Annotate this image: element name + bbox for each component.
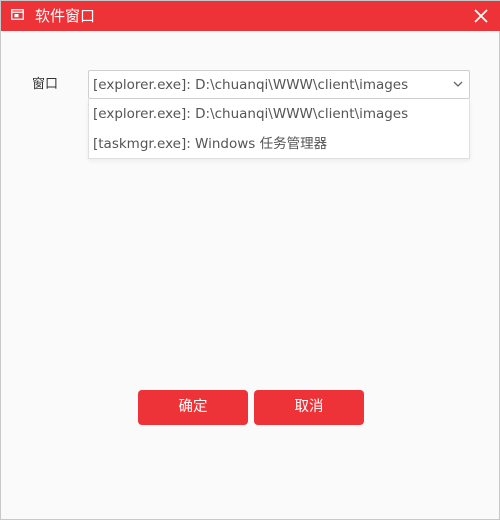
window-select-value: [explorer.exe]: D:\chuanqi\WWW\client\im… [93, 77, 409, 93]
dropdown-option-label: [explorer.exe]: D:\chuanqi\WWW\client\im… [93, 106, 409, 122]
title-bar: 软件窗口 [1, 1, 500, 31]
window-field-label: 窗口 [32, 77, 59, 92]
dialog-title: 软件窗口 [35, 7, 96, 25]
window-icon [11, 9, 24, 20]
dropdown-option-explorer[interactable]: [explorer.exe]: D:\chuanqi\WWW\client\im… [89, 99, 469, 129]
window-select[interactable]: [explorer.exe]: D:\chuanqi\WWW\client\im… [88, 70, 470, 99]
confirm-button[interactable]: 确定 [138, 390, 248, 425]
dropdown-option-taskmgr[interactable]: [taskmgr.exe]: Windows 任务管理器 [89, 129, 469, 159]
window-dropdown-list: [explorer.exe]: D:\chuanqi\WWW\client\im… [88, 99, 470, 159]
close-icon[interactable] [471, 6, 491, 26]
cancel-button[interactable]: 取消 [254, 390, 364, 425]
chevron-down-icon[interactable] [453, 80, 463, 88]
dropdown-option-label: [taskmgr.exe]: Windows 任务管理器 [93, 136, 328, 152]
dialog-window: 软件窗口 窗口 [explorer.exe]: D:\chuanqi\WWW\c… [0, 0, 500, 520]
